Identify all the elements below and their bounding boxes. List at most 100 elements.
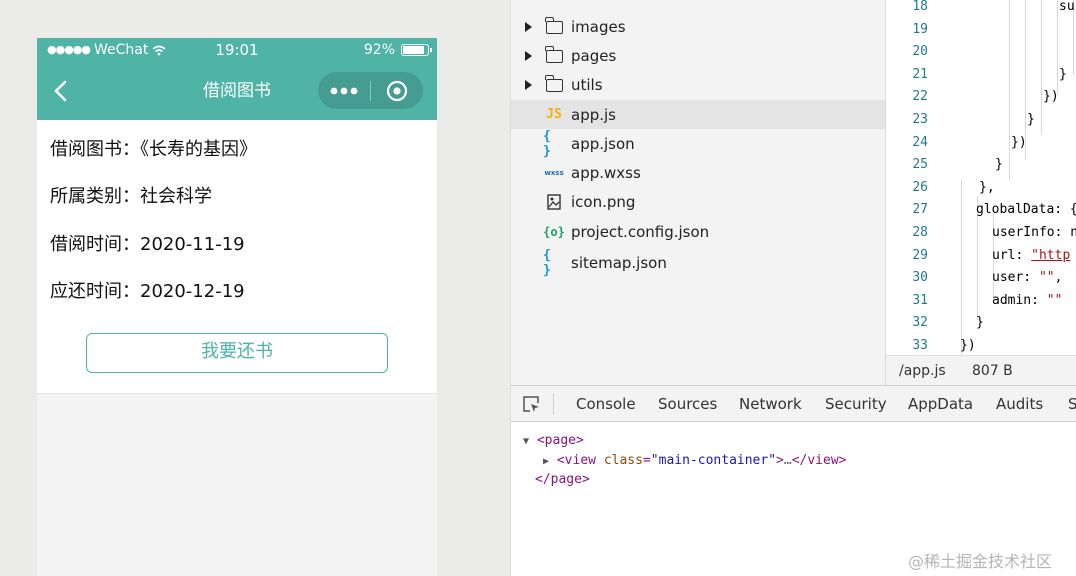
line-number: 27 [912, 202, 928, 218]
code-line: 24}) [886, 132, 1076, 154]
code-text: } [995, 154, 1003, 176]
tab-sensor[interactable]: Sensor [1068, 386, 1076, 421]
page-open-tag: <page> [536, 433, 584, 448]
tree-item-label: sitemap.json [571, 253, 667, 272]
tree-file-app-wxss[interactable]: wxss app.wxss [511, 158, 885, 187]
line-number: 25 [912, 157, 928, 173]
battery-indicator: 92% [363, 41, 432, 59]
code-line: 18 su [886, 0, 1076, 18]
code-editor[interactable]: 18 su 19 20 21} 22}) 23} 24}) 25} 26}, 27 globalDat… [885, 0, 1076, 355]
tree-item-label: app.wxss [571, 163, 641, 182]
main-container: 借阅图书：《长寿的基因》 所属类别：社会科学 借阅时间：2020-11-19 应… [37, 120, 437, 394]
tree-item-label: app.js [571, 105, 616, 124]
editor-status-bar: /app.js 807 B [885, 355, 1076, 385]
folder-icon [543, 75, 565, 95]
code-token: } [995, 157, 1003, 173]
line-number: 32 [912, 315, 928, 331]
page-close-node: </page> [535, 470, 590, 490]
category-row: 所属类别：社会科学 [50, 186, 212, 207]
expand-arrow-icon[interactable] [525, 70, 535, 99]
code-line: 19 [886, 19, 1076, 41]
file-explorer: images pages utils JS app.js { } app.jso… [510, 0, 885, 385]
tree-file-project-config[interactable]: {o} project.config.json [511, 217, 885, 246]
tree-file-app-js[interactable]: JS app.js [511, 100, 885, 129]
file-size: 807 B [972, 363, 1013, 379]
collapse-triangle-icon[interactable]: ▼ [523, 436, 529, 447]
tree-file-sitemap-json[interactable]: { } sitemap.json [511, 247, 885, 278]
tab-network[interactable]: Network [739, 386, 802, 421]
tab-audits[interactable]: Audits [996, 386, 1043, 421]
expand-arrow-icon[interactable] [525, 41, 535, 70]
code-line: 20 [886, 41, 1076, 63]
line-number: 19 [912, 21, 928, 37]
tree-item-label: icon.png [571, 192, 636, 211]
page-node[interactable]: ▼ <page> [523, 431, 584, 452]
code-token: }) [1011, 134, 1027, 150]
code-token: }) [1043, 89, 1059, 105]
code-token: "" [1046, 292, 1063, 308]
tree-item-label: app.json [571, 134, 635, 153]
code-line: 27 globalData: { [886, 199, 1076, 221]
page-close-tag: </page> [535, 472, 590, 487]
code-token: globalData: { [976, 202, 1076, 218]
code-token: admin: [992, 292, 1047, 308]
view-open-tag: <view [556, 453, 596, 468]
more-dots-icon [330, 87, 358, 94]
simulator-panel: ●●●●● WeChat 19:01 92% 借阅图书 借阅图书：《长寿的基因》… [0, 0, 510, 576]
tab-security[interactable]: Security [825, 386, 887, 421]
navigation-bar: 借阅图书 [37, 62, 437, 120]
tree-file-app-json[interactable]: { } app.json [511, 128, 885, 159]
tree-folder-images[interactable]: images [511, 12, 885, 41]
watermark: @稀土掘金技术社区 [908, 552, 1053, 571]
code-token: "" [1038, 270, 1055, 286]
line-number: 29 [912, 247, 928, 263]
target-close-icon [386, 80, 408, 101]
borrow-date-row: 借阅时间：2020-11-19 [50, 234, 245, 255]
expand-triangle-icon[interactable]: ▶ [543, 456, 549, 467]
view-node[interactable]: ▶ <view class="main-container">…</view> [543, 451, 846, 472]
tab-sources[interactable]: Sources [658, 386, 717, 421]
code-text: }) [960, 335, 976, 355]
attribute-value: "main-container" [650, 453, 777, 468]
json-file-icon: { } [543, 128, 551, 159]
devtools-tab-bar: Console Sources Network Security AppData… [511, 386, 1076, 422]
tab-separator [553, 394, 554, 414]
inspect-element-button[interactable] [522, 395, 540, 413]
attribute-name: class [603, 453, 643, 468]
code-line: 29 url: "http [886, 245, 1076, 267]
code-text: }) [1011, 132, 1027, 154]
code-line: 33}) [886, 335, 1076, 355]
code-text: }, [979, 177, 995, 199]
more-button[interactable] [318, 72, 370, 109]
collapsed-content: … [783, 453, 792, 468]
folder-icon [543, 17, 565, 37]
tab-console[interactable]: Console [576, 386, 636, 421]
code-token: url: [992, 247, 1032, 263]
code-text: globalData: { [976, 199, 1076, 221]
tree-folder-utils[interactable]: utils [511, 70, 885, 99]
code-token: } [1059, 66, 1067, 82]
tree-item-label: images [571, 17, 626, 36]
json-file-icon: { } [543, 247, 551, 278]
status-bar: ●●●●● WeChat 19:01 92% [37, 38, 437, 62]
file-path: /app.js [899, 363, 946, 379]
code-text: userInfo: n [992, 222, 1076, 244]
code-text: admin: "" [992, 290, 1062, 312]
return-book-button[interactable]: 我要还书 [86, 333, 388, 373]
line-number: 18 [912, 0, 928, 14]
tree-folder-pages[interactable]: pages [511, 41, 885, 70]
code-line: 26}, [886, 177, 1076, 199]
code-token: }, [979, 179, 995, 195]
code-token: userInfo: n [992, 225, 1076, 240]
tab-appdata[interactable]: AppData [908, 386, 973, 421]
code-line: 28 userInfo: n [886, 222, 1076, 244]
expand-arrow-icon[interactable] [525, 12, 535, 41]
js-file-icon: JS [546, 107, 562, 122]
code-text: } [976, 312, 984, 334]
line-number: 28 [912, 225, 928, 240]
close-miniprogram-button[interactable] [371, 72, 423, 109]
folder-icon [543, 46, 565, 66]
battery-percent: 92% [363, 42, 395, 58]
tree-file-icon-png[interactable]: icon.png [511, 187, 885, 216]
code-line: 30 user: "", [886, 267, 1076, 289]
